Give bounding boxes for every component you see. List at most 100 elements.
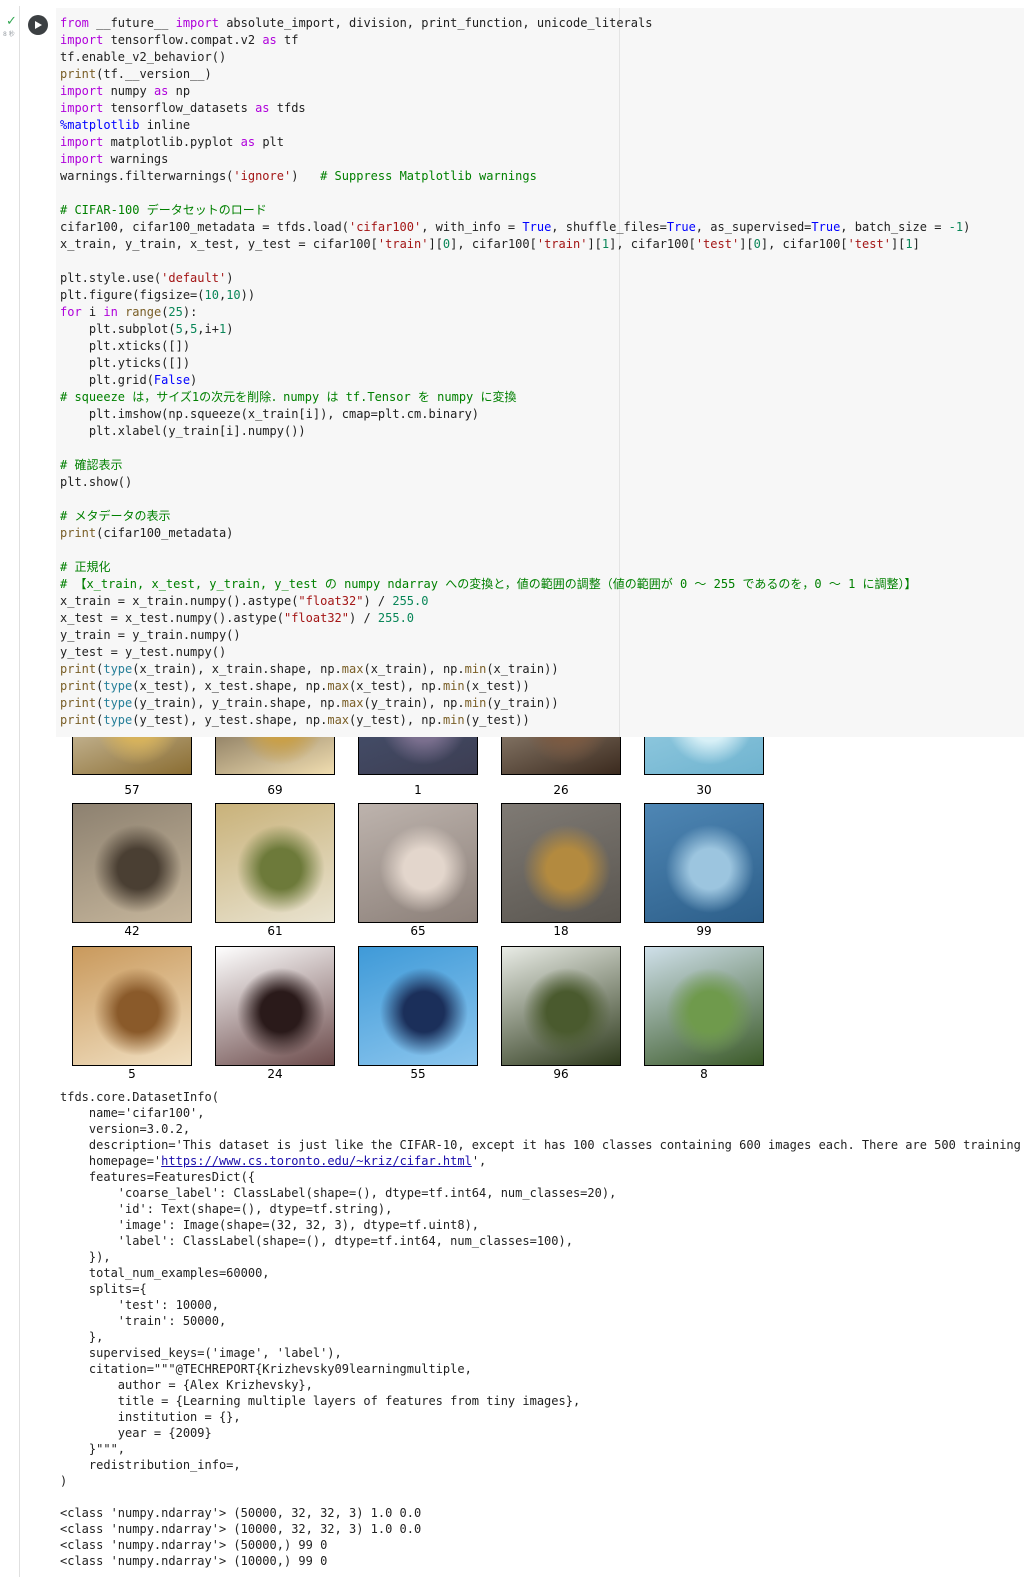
code-token: tfds (269, 101, 306, 115)
code-token: # 【x_train, x_test, y_train, y_test の nu… (60, 577, 917, 591)
thumbnail-class-label: 55 (410, 1067, 426, 1081)
code-token: 10 (226, 288, 241, 302)
thumbnail-class-label: 99 (696, 924, 712, 938)
code-line: cifar100, cifar100_metadata = tfds.load(… (60, 219, 970, 236)
code-line: import numpy as np (60, 83, 970, 100)
code-token: , (182, 322, 191, 336)
code-token: 'ignore' (233, 169, 292, 183)
code-token: __future__ (88, 16, 176, 30)
thumbnail-class-label: 42 (124, 924, 140, 938)
code-token: print (60, 679, 97, 693)
code-line: # 【x_train, x_test, y_train, y_test の nu… (60, 576, 970, 593)
code-token: ], cifar100[ (609, 237, 696, 251)
output-line: name='cifar100', (60, 1106, 205, 1120)
code-token: (y_test), y_test.shape, np. (132, 713, 328, 727)
code-token: import (60, 101, 104, 115)
thumbnail-class-label: 8 (700, 1067, 708, 1081)
cifar-image-thumbnail (215, 803, 335, 923)
code-token: cifar100, cifar100_metadata = tfds.load( (60, 220, 349, 234)
output-text-segment: ', (471, 1154, 487, 1168)
output-line: tfds.core.DatasetInfo( (60, 1090, 219, 1104)
code-token: tensorflow_datasets (103, 101, 256, 115)
code-token: , batch_size = (840, 220, 949, 234)
code-token: print (60, 526, 97, 540)
code-token: ,i+ (197, 322, 219, 336)
code-token: plt.imshow(np.squeeze(x_train[i]), cmap=… (60, 407, 480, 421)
code-line: import matplotlib.pyplot as plt (60, 134, 970, 151)
code-token: import (60, 84, 104, 98)
code-token: y_train = y_train.numpy() (60, 628, 241, 642)
code-token: 10 (204, 288, 219, 302)
code-token: "float32" (298, 594, 364, 608)
cell-left-rail (19, 6, 20, 1577)
output-line: }, (60, 1330, 104, 1344)
code-token: # squeeze は，サイズ1の次元を削除．numpy は tf.Tensor… (60, 390, 517, 404)
code-token: (x_train), x_train.shape, np. (132, 662, 342, 676)
output-line: 'image': Image(shape=(32, 32, 3), dtype=… (60, 1218, 480, 1232)
output-line: splits={ (60, 1282, 147, 1296)
code-token: (tf.__version__) (96, 67, 212, 81)
code-token: -1 (948, 220, 964, 234)
code-line: plt.subplot(5,5,i+1) (60, 321, 970, 338)
run-cell-button[interactable] (28, 15, 48, 35)
code-token: ][ (428, 237, 443, 251)
code-token: for (60, 305, 82, 319)
code-token: x_test = x_test.numpy().astype( (60, 611, 284, 625)
play-icon (35, 21, 42, 29)
code-line: plt.imshow(np.squeeze(x_train[i]), cmap=… (60, 406, 970, 423)
code-token: min (464, 696, 487, 710)
code-token: print (60, 713, 97, 727)
execution-success-icon: ✓ (6, 14, 17, 29)
homepage-link[interactable]: https://www.cs.toronto.edu/~kriz/cifar.h… (161, 1154, 472, 1168)
code-line: plt.xticks([]) (60, 338, 970, 355)
code-lines: from __future__ import absolute_import, … (60, 15, 970, 729)
code-token: False (153, 373, 191, 387)
cifar-image-thumbnail (215, 737, 335, 775)
code-token: (y_train), np. (363, 696, 465, 710)
code-line: # メタデータの表示 (60, 508, 970, 525)
code-token: tensorflow.compat.v2 (103, 33, 263, 47)
code-token: y_test = y_test.numpy() (60, 645, 227, 659)
code-token: # Suppress Matplotlib warnings (320, 169, 537, 183)
code-token: (y_test), np. (349, 713, 443, 727)
code-token: np (168, 84, 191, 98)
cifar-image-thumbnail (72, 946, 192, 1066)
code-token: 1 (905, 237, 913, 251)
output-line: 'id': Text(shape=(), dtype=tf.string), (60, 1202, 393, 1216)
output-line: features=FeaturesDict({ (60, 1170, 256, 1184)
cifar-image-thumbnail (501, 946, 621, 1066)
code-line: y_test = y_test.numpy() (60, 644, 970, 661)
code-line: # 正規化 (60, 559, 970, 576)
code-line: plt.yticks([]) (60, 355, 970, 372)
code-token: True (811, 220, 841, 234)
code-token: %matplotlib (60, 118, 140, 132)
code-token: min (442, 713, 465, 727)
code-token: plt.subplot( (60, 322, 176, 336)
code-token: plt.figure(figsize=( (60, 288, 205, 302)
execution-time: 8 秒 (3, 31, 15, 38)
code-token: 0 (753, 237, 761, 251)
code-token: from (60, 16, 89, 30)
code-token: True (666, 220, 696, 234)
code-token: 'test' (847, 237, 891, 251)
code-cell-editor[interactable]: from __future__ import absolute_import, … (56, 8, 1024, 737)
cifar-image-thumbnail (644, 737, 764, 775)
code-line: y_train = y_train.numpy() (60, 627, 970, 644)
code-token: ) (226, 322, 234, 336)
code-token: ) (190, 373, 198, 387)
code-token: matplotlib.pyplot (103, 135, 241, 149)
code-token: warnings (103, 152, 169, 166)
code-token: 255.0 (392, 594, 429, 608)
code-token: ) / (349, 611, 378, 625)
code-token: range (125, 305, 162, 319)
output-line: 'label': ClassLabel(shape=(), dtype=tf.i… (60, 1234, 573, 1248)
code-token: plt.yticks([]) (60, 356, 191, 370)
code-line: x_test = x_test.numpy().astype("float32"… (60, 610, 970, 627)
code-token: # 正規化 (60, 560, 111, 574)
code-token: # メタデータの表示 (60, 509, 171, 523)
code-token: (y_train)) (486, 696, 559, 710)
output-line: version=3.0.2, (60, 1122, 191, 1136)
